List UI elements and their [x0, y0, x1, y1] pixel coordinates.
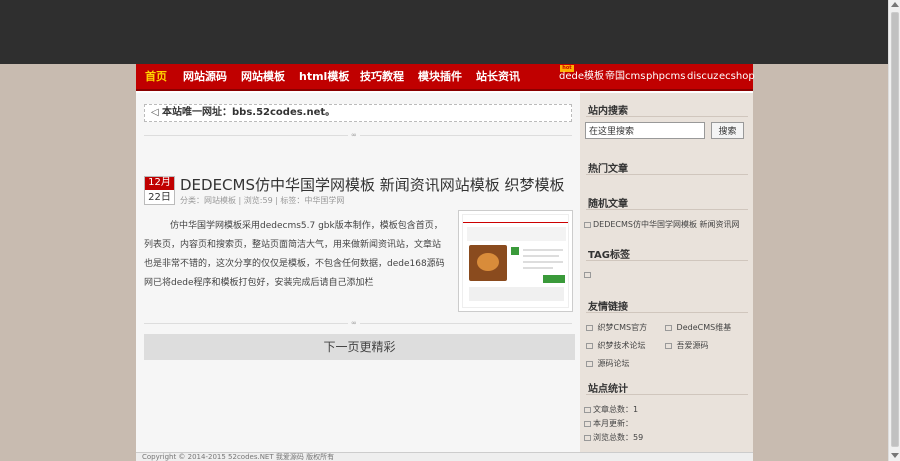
- nav-item-source[interactable]: 网站源码: [183, 64, 227, 89]
- link-item[interactable]: 织梦技术论坛: [586, 340, 646, 351]
- doc-icon: [584, 435, 591, 441]
- doc-icon: [584, 222, 591, 228]
- doc-icon: [584, 407, 591, 413]
- content-area: ◁ 本站唯一网址：bbs.52codes.net。 ∞ 12月 22日 DEDEC…: [136, 93, 580, 461]
- speaker-icon: ◁: [151, 107, 159, 118]
- post-title[interactable]: DEDECMS仿中华国学网模板 新闻资讯网站模板 织梦模板: [180, 174, 565, 195]
- top-dark-banner: [0, 0, 900, 64]
- divider: ∞: [144, 319, 572, 329]
- tag-item: [584, 270, 593, 279]
- link-icon: [665, 343, 672, 349]
- sidebar: 站内搜索 搜索 热门文章 随机文章 DEDECMS仿中华国学网模板 新闻资讯网 …: [580, 93, 753, 452]
- hot-title: 热门文章: [588, 164, 628, 175]
- divider: [586, 260, 748, 261]
- nav-item-dede[interactable]: dede模板: [559, 64, 604, 89]
- search-title: 站内搜索: [588, 106, 628, 117]
- post-date: 12月 22日: [144, 176, 175, 205]
- nav-item-discuz[interactable]: discuz: [687, 64, 718, 89]
- divider: [586, 209, 748, 210]
- post-month: 12月: [145, 177, 174, 190]
- doc-icon: [584, 421, 591, 427]
- scroll-up-icon[interactable]: [891, 2, 899, 7]
- nav-item-tutorials[interactable]: 技巧教程: [360, 64, 404, 89]
- search-input[interactable]: [585, 122, 705, 139]
- notice-text: 本站唯一网址：bbs.52codes.net。: [162, 107, 336, 118]
- main-nav: 首页 网站源码 网站模板 html模板 技巧教程 模块插件 站长资讯 hot d…: [136, 64, 755, 91]
- links-title: 友情链接: [588, 302, 628, 313]
- link-item[interactable]: DedeCMS维基: [665, 322, 731, 333]
- divider: ∞: [144, 131, 572, 141]
- stat-item: 本月更新：: [584, 418, 633, 429]
- stat-item: 浏览总数：59: [584, 432, 643, 443]
- scroll-down-icon[interactable]: [891, 453, 899, 458]
- divider-ornament-icon: ∞: [348, 319, 360, 327]
- link-icon: [586, 343, 593, 349]
- page-wrapper: 首页 网站源码 网站模板 html模板 技巧教程 模块插件 站长资讯 hot d…: [136, 64, 755, 461]
- divider: [586, 116, 748, 117]
- scrollbar-thumb[interactable]: [891, 12, 899, 447]
- post-meta: 分类：网站模板 | 浏览:59 | 标签：中华国学网: [180, 196, 345, 205]
- nav-item-home[interactable]: 首页: [145, 64, 167, 89]
- link-item[interactable]: 吾爱源码: [665, 340, 709, 351]
- nav-item-ecshop[interactable]: ecshop: [719, 64, 755, 89]
- nav-item-empire[interactable]: 帝国cms: [605, 64, 645, 89]
- divider-ornament-icon: ∞: [348, 131, 360, 139]
- stats-title: 站点统计: [588, 384, 628, 395]
- link-item[interactable]: 织梦CMS官方: [586, 322, 647, 333]
- link-icon: [586, 361, 593, 367]
- scrollbar[interactable]: [888, 0, 900, 461]
- site-notice: ◁ 本站唯一网址：bbs.52codes.net。: [144, 104, 572, 122]
- nav-item-templates[interactable]: 网站模板: [241, 64, 285, 89]
- divider: [586, 174, 748, 175]
- next-page-button[interactable]: 下一页更精彩: [144, 334, 575, 360]
- link-icon: [665, 325, 672, 331]
- post-excerpt: 仿中华国学网模板采用dedecms5.7 gbk版本制作，模板包含首页，列表页，…: [144, 221, 445, 288]
- link-item[interactable]: 源码论坛: [586, 358, 630, 369]
- search-button[interactable]: 搜索: [711, 122, 744, 139]
- nav-item-plugins[interactable]: 模块插件: [418, 64, 462, 89]
- tag-icon: [584, 272, 591, 278]
- thumbnail-image: [462, 214, 569, 308]
- tag-title: TAG标签: [588, 250, 630, 261]
- random-item[interactable]: DEDECMS仿中华国学网模板 新闻资讯网: [584, 219, 740, 230]
- stat-item: 文章总数：1: [584, 404, 638, 415]
- nav-item-html-templates[interactable]: html模板: [299, 64, 349, 89]
- footer: Copyright © 2014-2015 52codes.NET 我爱源码 版…: [136, 452, 753, 461]
- random-title: 随机文章: [588, 199, 628, 210]
- nav-item-phpcms[interactable]: phpcms: [646, 64, 685, 89]
- divider: [586, 394, 748, 395]
- divider: [586, 312, 748, 313]
- link-icon: [586, 325, 593, 331]
- post-day: 22日: [148, 192, 171, 203]
- copyright-text: Copyright © 2014-2015 52codes.NET 我爱源码 版…: [142, 453, 335, 461]
- post-thumbnail[interactable]: [458, 210, 573, 312]
- nav-item-news[interactable]: 站长资讯: [476, 64, 520, 89]
